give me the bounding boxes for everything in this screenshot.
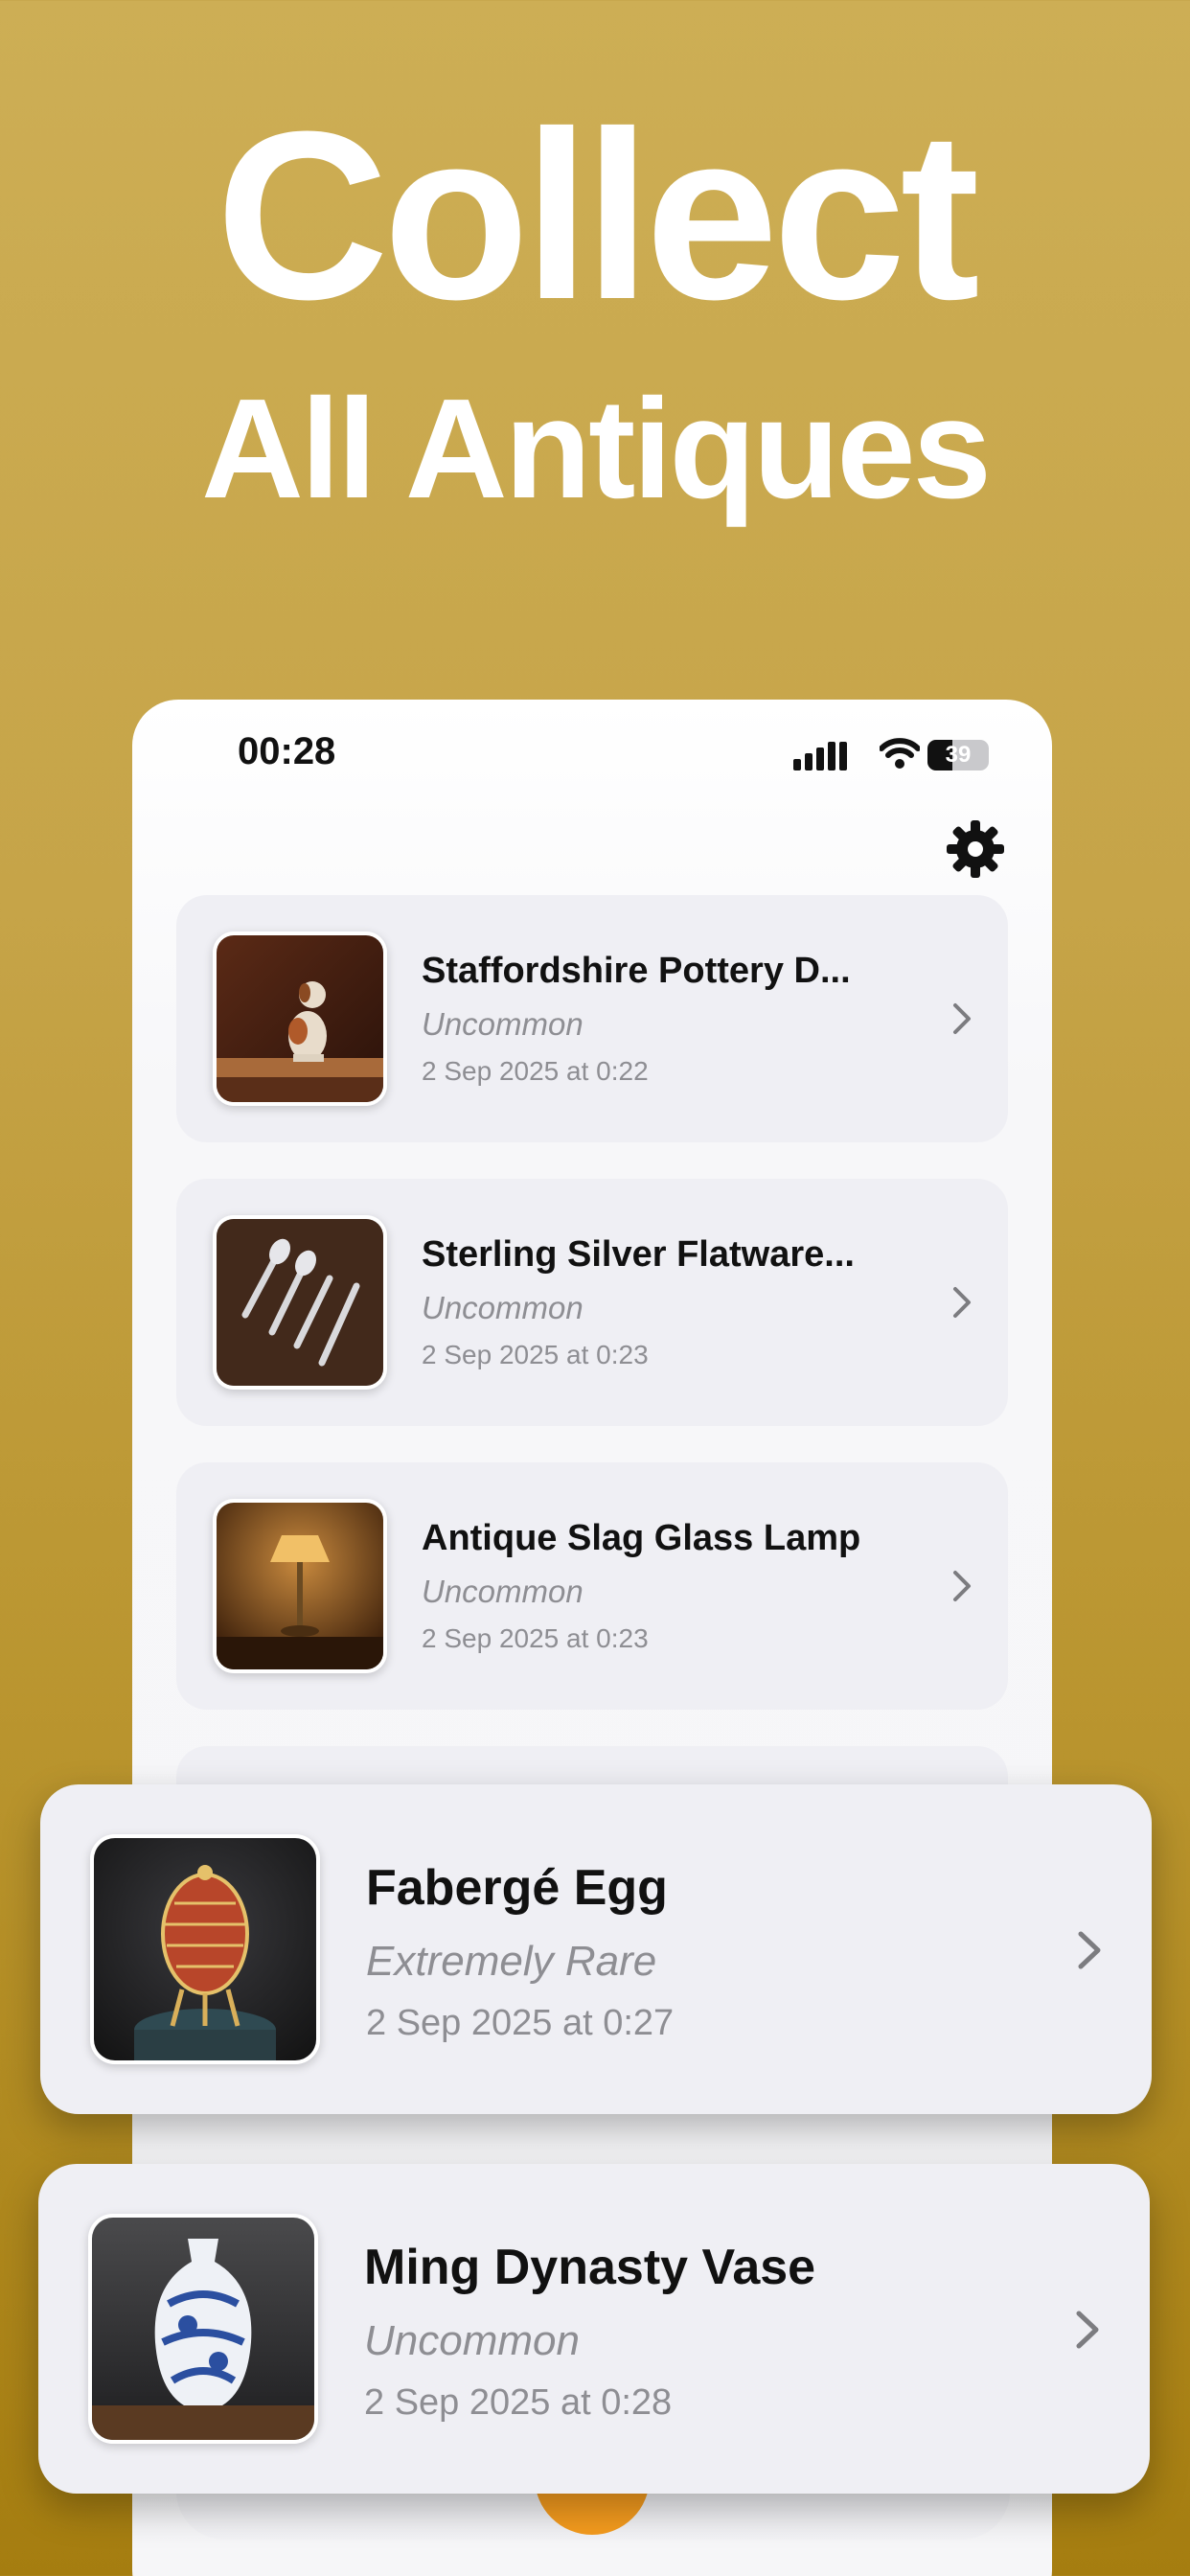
item-date: 2 Sep 2025 at 0:28 bbox=[364, 2382, 673, 2423]
chevron-right-icon bbox=[953, 1287, 971, 1318]
item-thumbnail bbox=[213, 932, 387, 1106]
chevron-right-icon bbox=[1078, 1931, 1101, 1969]
item-rarity: Uncommon bbox=[422, 1574, 584, 1609]
wifi-icon bbox=[880, 738, 920, 769]
item-rarity: Uncommon bbox=[422, 1006, 584, 1042]
item-thumbnail bbox=[213, 1215, 387, 1390]
list-item[interactable]: Staffordshire Pottery D... Uncommon 2 Se… bbox=[176, 895, 1008, 1142]
item-title: Ming Dynasty Vase bbox=[364, 2240, 816, 2295]
list-item[interactable]: Antique Slag Glass Lamp Uncommon 2 Sep 2… bbox=[176, 1462, 1008, 1710]
item-date: 2 Sep 2025 at 0:23 bbox=[422, 1340, 649, 1369]
item-title: Antique Slag Glass Lamp bbox=[422, 1518, 861, 1558]
list-item[interactable]: Sterling Silver Flatware... Uncommon 2 S… bbox=[176, 1179, 1008, 1426]
featured-card[interactable]: Fabergé Egg Extremely Rare 2 Sep 2025 at… bbox=[40, 1784, 1152, 2114]
gear-icon[interactable] bbox=[945, 818, 1006, 880]
item-date: 2 Sep 2025 at 0:23 bbox=[422, 1623, 649, 1653]
hero-title-line-2: All Antiques bbox=[201, 370, 992, 528]
item-thumbnail bbox=[88, 2214, 318, 2444]
chevron-right-icon bbox=[953, 1571, 971, 1601]
featured-card[interactable]: Ming Dynasty Vase Uncommon 2 Sep 2025 at… bbox=[38, 2164, 1150, 2494]
hero-title-line-1: Collect bbox=[216, 81, 980, 349]
item-title: Sterling Silver Flatware... bbox=[422, 1234, 855, 1275]
item-thumbnail bbox=[90, 1834, 320, 2064]
item-rarity: Uncommon bbox=[422, 1290, 584, 1325]
battery-level: 39 bbox=[945, 742, 972, 768]
item-title: Fabergé Egg bbox=[366, 1860, 668, 1916]
item-title: Staffordshire Pottery D... bbox=[422, 951, 851, 991]
chevron-right-icon bbox=[953, 1003, 971, 1034]
item-date: 2 Sep 2025 at 0:27 bbox=[366, 2003, 675, 2043]
status-icons: 39 bbox=[793, 736, 989, 774]
item-thumbnail bbox=[213, 1499, 387, 1673]
battery-icon: 39 bbox=[927, 740, 989, 770]
item-date: 2 Sep 2025 at 0:22 bbox=[422, 1056, 649, 1086]
chevron-right-icon bbox=[1076, 2311, 1099, 2349]
item-rarity: Uncommon bbox=[364, 2317, 580, 2364]
item-rarity: Extremely Rare bbox=[366, 1938, 657, 1985]
status-time: 00:28 bbox=[238, 730, 336, 772]
